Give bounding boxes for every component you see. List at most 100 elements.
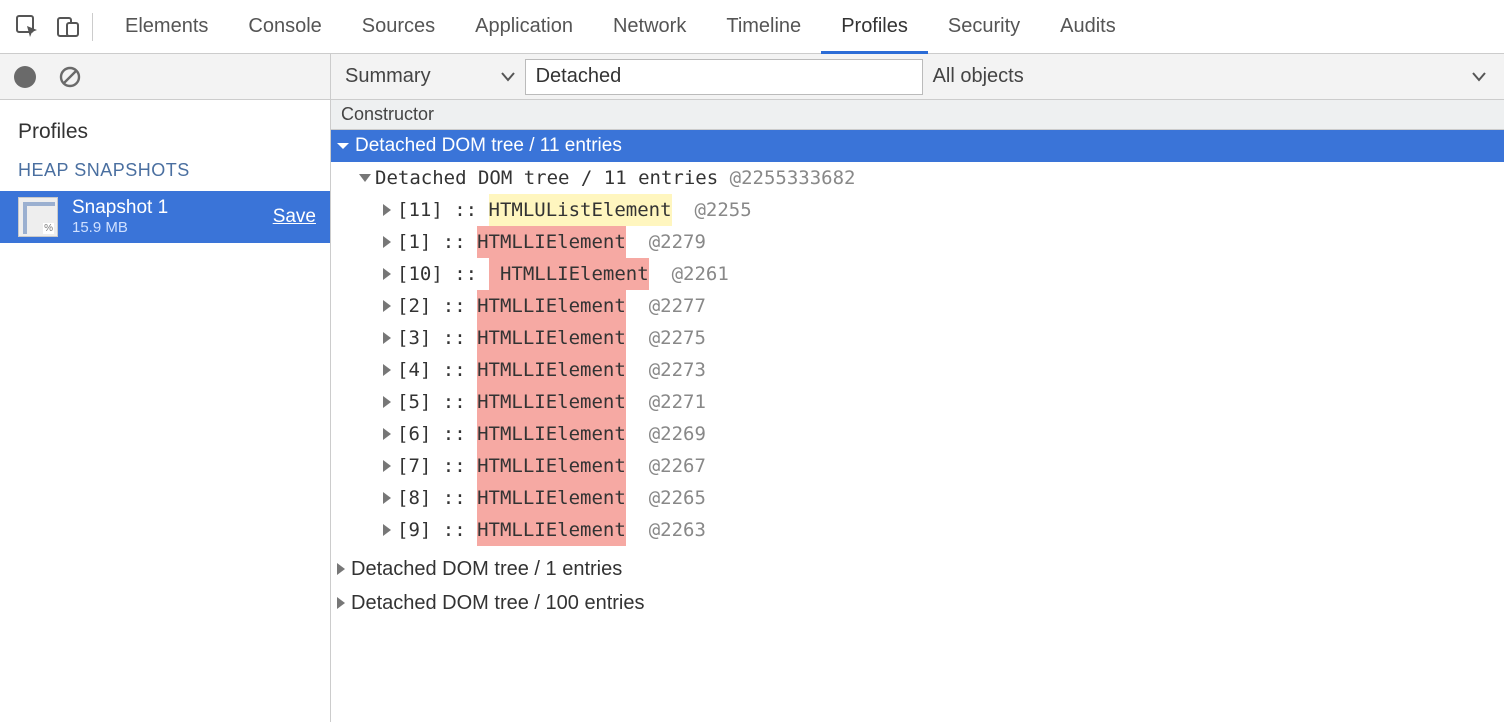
- tree-class-name: HTMLLIElement: [477, 386, 626, 418]
- tab-security[interactable]: Security: [928, 0, 1040, 54]
- profiles-sidebar-toolbar: [0, 54, 330, 100]
- disclosure-triangle-down-icon: [337, 143, 349, 149]
- tab-console[interactable]: Console: [228, 0, 341, 54]
- tree-class-name: HTMLLIElement: [477, 354, 626, 386]
- tree-class-name: HTMLLIElement: [477, 450, 626, 482]
- tree-group-label: Detached DOM tree / 100 entries: [351, 586, 644, 620]
- tree-index: [5] ::: [397, 386, 477, 418]
- disclosure-triangle-right-icon: [337, 597, 345, 609]
- disclosure-triangle-right-icon: [383, 364, 391, 376]
- disclosure-triangle-right-icon: [383, 524, 391, 536]
- class-filter-input[interactable]: [525, 59, 923, 95]
- object-id: @2271: [649, 386, 706, 418]
- tree-index: [4] ::: [397, 354, 477, 386]
- object-id: @2277: [649, 290, 706, 322]
- tree-index: [11] ::: [397, 194, 489, 226]
- tree-child-row[interactable]: [9] :: HTMLLIElement @2263: [331, 514, 1504, 546]
- tree-group-label: Detached DOM tree / 1 entries: [351, 552, 622, 586]
- object-tree: Detached DOM tree / 11 entries @22553336…: [331, 162, 1504, 552]
- profiles-sidebar: Profiles HEAP SNAPSHOTS % Snapshot 1 15.…: [0, 54, 331, 722]
- tree-child-row[interactable]: [10] :: HTMLLIElement @2261: [331, 258, 1504, 290]
- clear-button[interactable]: [58, 65, 82, 89]
- disclosure-triangle-down-icon: [359, 174, 371, 182]
- snapshot-icon: %: [18, 197, 58, 237]
- tree-group-row[interactable]: Detached DOM tree / 1 entries: [331, 552, 1504, 586]
- record-button[interactable]: [14, 66, 36, 88]
- tab-audits[interactable]: Audits: [1040, 0, 1136, 54]
- object-id: @2279: [649, 226, 706, 258]
- tabbar-separator: [92, 13, 93, 41]
- tree-class-name: HTMLLIElement: [477, 482, 626, 514]
- view-mode-label: Summary: [345, 65, 431, 88]
- chevron-down-icon: [501, 65, 515, 88]
- selected-row-label: Detached DOM tree / 11 entries: [355, 135, 622, 157]
- snapshot-size: 15.9 MB: [72, 219, 168, 236]
- object-id: @2275: [649, 322, 706, 354]
- disclosure-triangle-right-icon: [383, 428, 391, 440]
- tree-group-label: Detached DOM tree / 11 entries: [375, 162, 718, 194]
- tree-child-row[interactable]: [11] :: HTMLUListElement @2255: [331, 194, 1504, 226]
- devtools-tabbar: ElementsConsoleSourcesApplicationNetwork…: [0, 0, 1504, 54]
- tab-profiles[interactable]: Profiles: [821, 0, 928, 54]
- disclosure-triangle-right-icon: [383, 396, 391, 408]
- tree-class-name: HTMLLIElement: [477, 290, 626, 322]
- tab-sources[interactable]: Sources: [342, 0, 455, 54]
- tree-index: [2] ::: [397, 290, 477, 322]
- tree-index: [9] ::: [397, 514, 477, 546]
- tree-class-name: HTMLLIElement: [477, 322, 626, 354]
- sidebar-title: Profiles: [0, 100, 330, 156]
- object-id: @2263: [649, 514, 706, 546]
- disclosure-triangle-right-icon: [383, 204, 391, 216]
- column-header-constructor[interactable]: Constructor: [331, 100, 1504, 130]
- device-toolbar-icon[interactable]: [48, 0, 88, 54]
- snapshot-save-link[interactable]: Save: [273, 206, 316, 228]
- disclosure-triangle-right-icon: [383, 460, 391, 472]
- object-id: @2269: [649, 418, 706, 450]
- tree-index: [3] ::: [397, 322, 477, 354]
- object-id: @2255333682: [730, 162, 856, 194]
- tree-child-row[interactable]: [1] :: HTMLLIElement @2279: [331, 226, 1504, 258]
- disclosure-triangle-right-icon: [383, 236, 391, 248]
- tree-child-row[interactable]: [6] :: HTMLLIElement @2269: [331, 418, 1504, 450]
- object-id: @2261: [672, 258, 729, 290]
- sidebar-section-heap: HEAP SNAPSHOTS: [0, 156, 330, 191]
- object-id: @2267: [649, 450, 706, 482]
- tree-index: [6] ::: [397, 418, 477, 450]
- tab-network[interactable]: Network: [593, 0, 706, 54]
- profiles-toolbar: Summary All objects: [331, 54, 1504, 100]
- tree-child-row[interactable]: [4] :: HTMLLIElement @2273: [331, 354, 1504, 386]
- tree-class-name: HTMLLIElement: [489, 258, 649, 290]
- disclosure-triangle-right-icon: [383, 268, 391, 280]
- object-id: @2255: [694, 194, 751, 226]
- view-mode-dropdown[interactable]: Summary: [345, 65, 515, 88]
- object-id: @2265: [649, 482, 706, 514]
- tree-index: [7] ::: [397, 450, 477, 482]
- chevron-down-icon: [1472, 65, 1486, 88]
- tree-class-name: HTMLLIElement: [477, 226, 626, 258]
- tree-index: [10] ::: [397, 258, 489, 290]
- tree-class-name: HTMLLIElement: [477, 418, 626, 450]
- object-filter-dropdown[interactable]: All objects: [933, 65, 1486, 88]
- tab-timeline[interactable]: Timeline: [706, 0, 821, 54]
- tab-elements[interactable]: Elements: [105, 0, 228, 54]
- selected-constructor-row[interactable]: Detached DOM tree / 11 entries: [331, 130, 1504, 162]
- tab-application[interactable]: Application: [455, 0, 593, 54]
- tree-class-name: HTMLUListElement: [489, 194, 672, 226]
- tree-child-row[interactable]: [7] :: HTMLLIElement @2267: [331, 450, 1504, 482]
- object-id: @2273: [649, 354, 706, 386]
- tree-group-row[interactable]: Detached DOM tree / 11 entries @22553336…: [331, 162, 1504, 194]
- tree-group-row[interactable]: Detached DOM tree / 100 entries: [331, 586, 1504, 620]
- snapshot-name: Snapshot 1: [72, 197, 168, 219]
- tree-child-row[interactable]: [2] :: HTMLLIElement @2277: [331, 290, 1504, 322]
- tree-child-row[interactable]: [8] :: HTMLLIElement @2265: [331, 482, 1504, 514]
- tree-child-row[interactable]: [5] :: HTMLLIElement @2271: [331, 386, 1504, 418]
- disclosure-triangle-right-icon: [383, 332, 391, 344]
- tree-child-row[interactable]: [3] :: HTMLLIElement @2275: [331, 322, 1504, 354]
- disclosure-triangle-right-icon: [337, 563, 345, 575]
- snapshot-item[interactable]: % Snapshot 1 15.9 MB Save: [0, 191, 330, 243]
- tree-class-name: HTMLLIElement: [477, 514, 626, 546]
- tree-index: [1] ::: [397, 226, 477, 258]
- object-filter-label: All objects: [933, 65, 1024, 88]
- disclosure-triangle-right-icon: [383, 492, 391, 504]
- inspect-element-icon[interactable]: [8, 0, 48, 54]
